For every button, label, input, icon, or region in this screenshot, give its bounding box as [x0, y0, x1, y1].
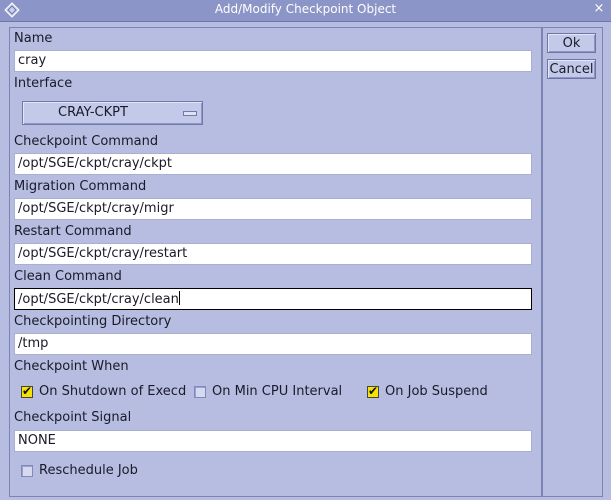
checkmark-icon: ✔: [22, 384, 33, 398]
migration-command-label: Migration Command: [14, 179, 147, 194]
name-input[interactable]: cray: [14, 50, 532, 72]
interface-option-menu[interactable]: CRAY-CKPT: [22, 101, 203, 125]
checkpoint-command-input[interactable]: /opt/SGE/ckpt/cray/ckpt: [14, 153, 532, 175]
min-cpu-interval-label[interactable]: On Min CPU Interval: [212, 384, 342, 399]
checkpoint-signal-input[interactable]: NONE: [14, 430, 532, 452]
cancel-button[interactable]: Cancel: [547, 59, 596, 79]
title-bar: Add/Modify Checkpoint Object ×: [0, 0, 611, 22]
migration-command-input[interactable]: /opt/SGE/ckpt/cray/migr: [14, 198, 532, 220]
option-menu-indicator-icon: [183, 111, 197, 116]
clean-command-label: Clean Command: [14, 269, 122, 284]
name-label: Name: [14, 31, 53, 46]
close-icon[interactable]: ×: [592, 2, 606, 16]
clean-command-input[interactable]: /opt/SGE/ckpt/cray/clean: [14, 288, 532, 310]
reschedule-job-checkbox[interactable]: [21, 465, 33, 477]
window-title: Add/Modify Checkpoint Object: [214, 2, 397, 16]
text-caret: [178, 291, 180, 305]
checkpointing-directory-input[interactable]: /tmp: [14, 333, 532, 355]
clean-command-value: /opt/SGE/ckpt/cray/clean: [18, 292, 179, 307]
actions-panel: Ok Cancel: [542, 27, 603, 497]
ok-button[interactable]: Ok: [547, 33, 596, 53]
checkpoint-form-panel: Name cray Interface CRAY-CKPT Checkpoint…: [9, 27, 542, 497]
interface-label: Interface: [14, 76, 73, 91]
interface-selected-value: CRAY-CKPT: [58, 105, 128, 120]
shutdown-execd-checkbox[interactable]: ✔: [21, 384, 33, 398]
restart-command-label: Restart Command: [14, 224, 132, 239]
reschedule-job-label[interactable]: Reschedule Job: [39, 463, 138, 478]
job-suspend-checkbox[interactable]: ✔: [367, 384, 379, 398]
checkpointing-directory-label: Checkpointing Directory: [14, 314, 172, 329]
checkpoint-command-label: Checkpoint Command: [14, 134, 159, 149]
restart-command-input[interactable]: /opt/SGE/ckpt/cray/restart: [14, 243, 532, 265]
min-cpu-interval-checkbox[interactable]: [194, 386, 206, 398]
checkpoint-signal-label: Checkpoint Signal: [14, 410, 132, 425]
checkmark-icon: ✔: [368, 384, 379, 398]
shutdown-execd-label[interactable]: On Shutdown of Execd: [39, 384, 186, 399]
checkpoint-when-label: Checkpoint When: [14, 359, 129, 374]
job-suspend-label[interactable]: On Job Suspend: [385, 384, 488, 399]
